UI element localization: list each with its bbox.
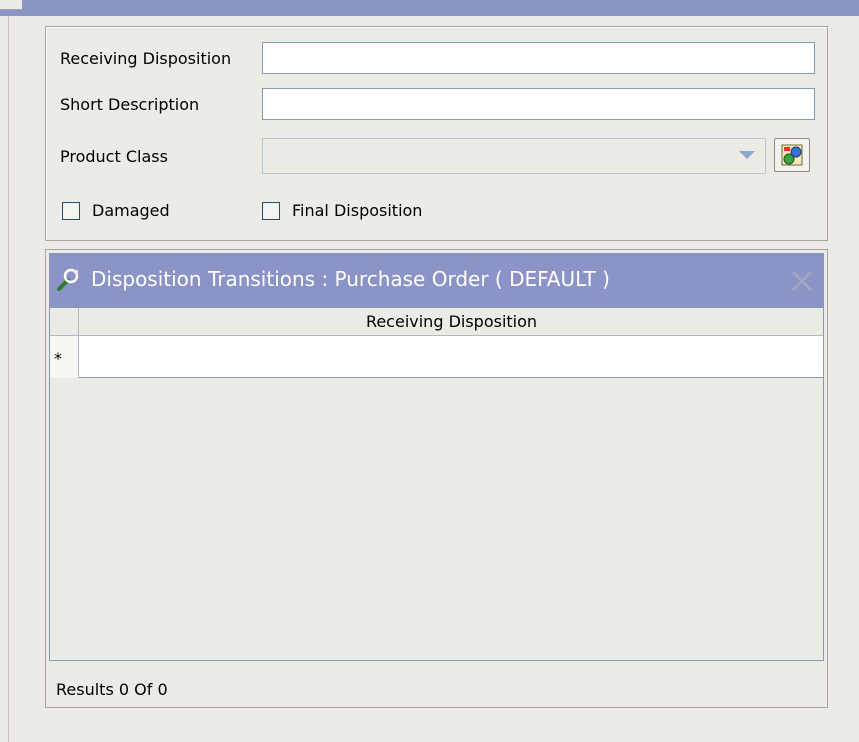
receiving-disposition-label: Receiving Disposition [60, 49, 232, 68]
grid-title-bar: Disposition Transitions : Purchase Order… [49, 253, 824, 307]
transitions-table: Receiving Disposition * [49, 307, 824, 661]
table-row[interactable]: * [50, 336, 823, 378]
results-count: Results 0 Of 0 [56, 680, 168, 699]
short-description-label: Short Description [60, 95, 200, 114]
close-icon[interactable] [790, 269, 814, 293]
key-wrench-icon [57, 268, 79, 291]
product-class-label: Product Class [60, 147, 168, 166]
chevron-down-icon[interactable] [739, 151, 755, 159]
damaged-label: Damaged [92, 201, 170, 220]
criteria-panel: Receiving Disposition Short Description … [45, 26, 828, 241]
new-row-marker: * [50, 336, 79, 378]
column-header-receiving-disposition[interactable]: Receiving Disposition [80, 308, 823, 336]
product-class-lookup-button[interactable] [774, 138, 810, 172]
disposition-transitions-panel: Disposition Transitions : Purchase Order… [45, 249, 828, 708]
grid-title: Disposition Transitions : Purchase Order… [91, 267, 610, 291]
top-bar-notch [0, 0, 22, 10]
damaged-checkbox[interactable] [62, 202, 80, 220]
receiving-disposition-input[interactable] [262, 42, 815, 74]
final-disposition-label: Final Disposition [292, 201, 423, 220]
final-disposition-checkbox[interactable] [262, 202, 280, 220]
short-description-input[interactable] [262, 88, 815, 120]
product-class-select[interactable] [262, 138, 766, 174]
table-header-row: Receiving Disposition [50, 308, 823, 336]
lookup-icon [781, 144, 803, 166]
left-divider [8, 16, 9, 742]
row-header-corner [50, 308, 79, 336]
window-top-bar [0, 0, 859, 16]
